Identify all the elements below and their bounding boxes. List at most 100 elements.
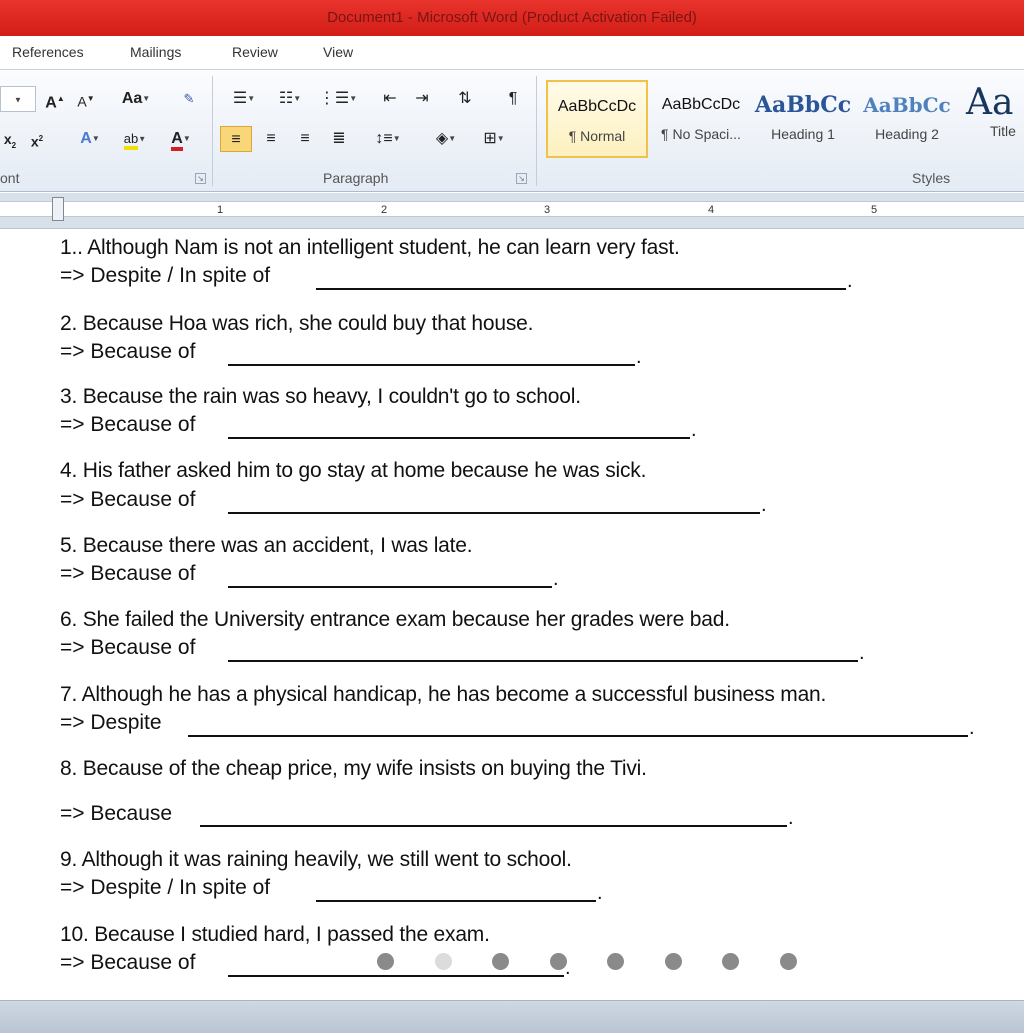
carousel-dot[interactable] [722, 953, 739, 970]
group-separator [536, 76, 537, 186]
answer-terminator: . [761, 494, 767, 516]
subscript-button[interactable]: x2 [0, 126, 20, 152]
ruler-strip: 1 2 3 4 5 [0, 201, 1024, 217]
font-color-button[interactable]: A▼ [160, 126, 202, 152]
question-7: 7. Although he has a physical handicap, … [60, 683, 827, 706]
decrease-indent-button[interactable]: ⇤ [376, 86, 404, 112]
numbering-button[interactable]: ☷▼ [270, 86, 310, 112]
answer-blank-2[interactable] [228, 364, 635, 366]
carousel-dot[interactable] [550, 953, 567, 970]
center-button[interactable]: ≡ [256, 126, 286, 152]
align-right-button[interactable]: ≡ [290, 126, 320, 152]
font-dialog-launcher[interactable]: ↘ [195, 173, 206, 184]
document-page[interactable]: 1.. Although Nam is not an intelligent s… [0, 230, 1024, 998]
question-8: 8. Because of the cheap price, my wife i… [60, 757, 647, 780]
answer-terminator: . [788, 807, 794, 829]
ruler-number: 1 [217, 204, 224, 216]
answer-blank-9[interactable] [316, 900, 596, 902]
paragraph-dialog-launcher[interactable]: ↘ [516, 173, 527, 184]
status-bar [0, 1000, 1024, 1033]
answer-terminator: . [691, 419, 697, 441]
answer-blank-3[interactable] [228, 437, 690, 439]
ruler-number: 3 [544, 204, 551, 216]
answer-blank-8[interactable] [200, 825, 787, 827]
answer-terminator: . [969, 717, 975, 739]
answer-prompt-8: => Because [60, 802, 173, 825]
clear-formatting-icon[interactable]: ✎ [175, 86, 203, 112]
indent-marker[interactable] [52, 197, 64, 221]
answer-prompt-4: => Because of [60, 488, 196, 511]
question-3: 3. Because the rain was so heavy, I coul… [60, 385, 581, 408]
style-no-spacing[interactable]: AaBbCcDc ¶ No Spaci... [650, 80, 752, 158]
carousel-dot[interactable] [492, 953, 509, 970]
tab-review[interactable]: Review [232, 44, 278, 60]
question-4: 4. His father asked him to go stay at ho… [60, 459, 647, 482]
tab-view[interactable]: View [323, 44, 353, 60]
answer-prompt-2: => Because of [60, 340, 196, 363]
change-case-button[interactable]: Aa▼ [116, 86, 156, 112]
superscript-button[interactable]: x2 [26, 126, 48, 152]
justify-button[interactable]: ≣ [324, 126, 354, 152]
answer-blank-1[interactable] [316, 288, 846, 290]
answer-blank-5[interactable] [228, 586, 552, 588]
shrink-font-button[interactable]: A▼ [74, 86, 98, 112]
ruler-number: 4 [708, 204, 715, 216]
answer-blank-6[interactable] [228, 660, 858, 662]
window-title-bar: Document1 - Microsoft Word (Product Acti… [0, 0, 1024, 36]
style-normal[interactable]: AaBbCcDc ¶ Normal [546, 80, 648, 158]
borders-button[interactable]: ⊞▼ [474, 126, 514, 152]
sort-icon[interactable]: ⇅ [450, 86, 480, 112]
answer-terminator: . [636, 346, 642, 368]
multilevel-list-button[interactable]: ⋮☰▼ [316, 86, 360, 112]
ruler-number: 5 [871, 204, 878, 216]
answer-blank-4[interactable] [228, 512, 760, 514]
shading-button[interactable]: ◈▼ [426, 126, 466, 152]
styles-group-label: Styles [912, 170, 951, 186]
answer-terminator: . [597, 882, 603, 904]
text-effects-button[interactable]: A▼ [70, 126, 110, 152]
answer-terminator: . [553, 568, 559, 590]
answer-prompt-6: => Because of [60, 636, 196, 659]
style-title[interactable]: Aa Title [960, 80, 1024, 158]
ruler-number: 2 [381, 204, 388, 216]
carousel-dot[interactable] [665, 953, 682, 970]
bullets-button[interactable]: ☰▼ [224, 86, 264, 112]
ribbon-tabs: References Mailings Review View [0, 36, 1024, 70]
font-size-dropdown[interactable]: ▼ [0, 86, 36, 112]
grow-font-button[interactable]: A▲ [42, 86, 68, 112]
answer-prompt-3: => Because of [60, 413, 196, 436]
question-9: 9. Although it was raining heavily, we s… [60, 848, 572, 871]
carousel-dot[interactable] [607, 953, 624, 970]
answer-blank-7[interactable] [188, 735, 968, 737]
carousel-dot[interactable] [377, 953, 394, 970]
answer-prompt-9: => Despite / In spite of [60, 876, 271, 899]
answer-prompt-10: => Because of [60, 951, 196, 974]
question-6: 6. She failed the University entrance ex… [60, 608, 730, 631]
tab-mailings[interactable]: Mailings [130, 44, 181, 60]
question-5: 5. Because there was an accident, I was … [60, 534, 473, 557]
question-1: 1.. Although Nam is not an intelligent s… [60, 236, 680, 259]
tab-references[interactable]: References [12, 44, 84, 60]
line-spacing-button[interactable]: ↕≡▼ [368, 126, 408, 152]
carousel-dot[interactable] [435, 953, 452, 970]
highlight-button[interactable]: ab▼ [114, 126, 156, 152]
answer-prompt-5: => Because of [60, 562, 196, 585]
font-group-label: ont [0, 170, 20, 186]
answer-prompt-7: => Despite [60, 711, 162, 734]
horizontal-ruler[interactable]: 1 2 3 4 5 [0, 193, 1024, 229]
answer-blank-10[interactable] [228, 975, 564, 977]
question-2: 2. Because Hoa was rich, she could buy t… [60, 312, 534, 335]
carousel-dot[interactable] [780, 953, 797, 970]
increase-indent-button[interactable]: ⇥ [408, 86, 436, 112]
style-heading-2[interactable]: AaBbCc Heading 2 [856, 80, 958, 158]
ribbon: ▼ A▲ A▼ Aa▼ ✎ x2 x2 A▼ ab▼ A▼ ont ↘ ☰▼ ☷… [0, 70, 1024, 192]
group-separator [212, 76, 213, 186]
question-10: 10. Because I studied hard, I passed the… [60, 923, 490, 946]
show-hide-icon[interactable]: ¶ [500, 86, 526, 112]
align-left-button[interactable]: ≡ [220, 126, 252, 152]
paragraph-group-label: Paragraph [323, 170, 389, 186]
answer-prompt-1: => Despite / In spite of [60, 264, 271, 287]
answer-terminator: . [847, 270, 853, 292]
style-heading-1[interactable]: AaBbCc Heading 1 [752, 80, 854, 158]
window-title: Document1 - Microsoft Word (Product Acti… [327, 9, 697, 26]
